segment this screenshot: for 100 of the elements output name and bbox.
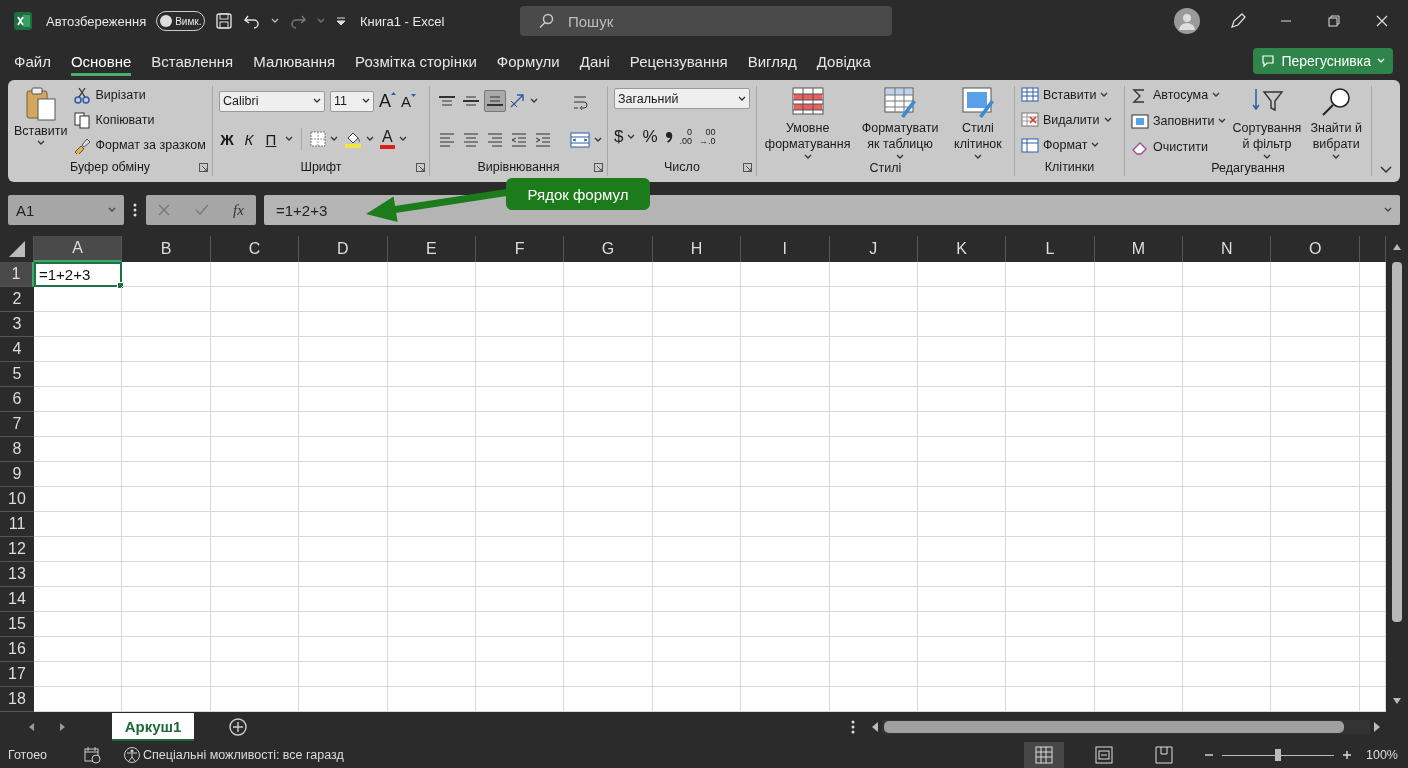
table-cell[interactable] (1006, 262, 1095, 287)
table-cell[interactable] (34, 437, 123, 462)
menu-tab[interactable]: Формули (496, 46, 560, 76)
launcher-icon[interactable] (743, 162, 752, 172)
column-header[interactable] (1359, 236, 1386, 262)
accessibility-icon[interactable] (123, 746, 142, 764)
table-cell[interactable] (564, 337, 653, 362)
format-as-table-button[interactable]: Форматувати як таблицю (858, 82, 942, 160)
more-icon[interactable] (850, 719, 856, 735)
table-cell[interactable] (1183, 412, 1272, 437)
name-box[interactable]: A1 (8, 195, 124, 225)
table-cell[interactable] (1183, 612, 1272, 637)
table-cell[interactable] (829, 612, 918, 637)
table-cell[interactable] (475, 462, 565, 487)
table-cell[interactable] (917, 587, 1007, 612)
column-header[interactable]: F (475, 236, 565, 262)
table-cell[interactable] (1094, 487, 1184, 512)
table-cell[interactable] (34, 337, 123, 362)
table-cell[interactable] (1271, 612, 1360, 637)
table-cell[interactable] (917, 362, 1007, 387)
row-header[interactable]: 7 (0, 412, 34, 437)
table-cell[interactable] (34, 362, 123, 387)
table-cell[interactable] (917, 262, 1007, 287)
table-cell[interactable] (475, 637, 565, 662)
row-header[interactable]: 2 (0, 287, 34, 312)
table-cell[interactable] (387, 437, 476, 462)
table-cell[interactable] (34, 312, 123, 337)
table-cell[interactable] (652, 462, 742, 487)
table-cell[interactable] (1006, 412, 1095, 437)
table-cell[interactable] (122, 462, 211, 487)
table-cell[interactable] (829, 562, 918, 587)
column-header[interactable]: J (829, 236, 918, 262)
table-cell[interactable] (299, 337, 388, 362)
table-cell[interactable] (475, 587, 565, 612)
table-cell[interactable] (829, 437, 918, 462)
table-cell[interactable] (299, 612, 388, 637)
table-cell[interactable] (122, 512, 211, 537)
table-cell[interactable] (1094, 537, 1184, 562)
table-cell[interactable] (122, 337, 211, 362)
table-cell[interactable] (34, 512, 123, 537)
underline-button[interactable]: П (263, 130, 279, 148)
row-header[interactable]: 11 (0, 512, 34, 537)
table-cell[interactable] (34, 462, 123, 487)
table-cell[interactable] (741, 662, 830, 687)
zoom-in-icon[interactable] (1342, 750, 1352, 760)
table-cell[interactable] (34, 662, 123, 687)
table-cell[interactable] (652, 587, 742, 612)
table-cell[interactable] (652, 387, 742, 412)
shrink-font-button[interactable]: A (401, 92, 417, 110)
insert-function-button[interactable]: fx (232, 201, 244, 219)
row-header[interactable]: 18 (0, 687, 34, 712)
table-cell[interactable] (299, 362, 388, 387)
table-cell[interactable] (1183, 362, 1272, 387)
find-select-button[interactable]: Знайти й вибрати (1307, 82, 1365, 160)
table-cell[interactable] (34, 537, 123, 562)
table-cell[interactable] (387, 412, 476, 437)
table-cell[interactable] (652, 487, 742, 512)
table-cell[interactable] (299, 312, 388, 337)
table-cell[interactable] (741, 537, 830, 562)
launcher-icon[interactable] (594, 162, 603, 172)
table-cell[interactable] (210, 637, 300, 662)
table-cell[interactable] (299, 587, 388, 612)
table-cell[interactable] (1006, 562, 1095, 587)
table-cell[interactable] (1183, 637, 1272, 662)
sort-filter-button[interactable]: Сортування й фільтр (1232, 82, 1302, 160)
table-cell[interactable] (741, 387, 830, 412)
table-cell[interactable] (387, 362, 476, 387)
table-cell[interactable] (1183, 562, 1272, 587)
clear-button[interactable]: Очистити (1131, 138, 1227, 156)
table-cell[interactable]: =1+2+3 (34, 262, 123, 287)
table-cell[interactable] (1094, 362, 1184, 387)
table-cell[interactable] (917, 412, 1007, 437)
table-cell[interactable] (1271, 437, 1360, 462)
save-icon[interactable] (215, 12, 234, 30)
table-cell[interactable] (387, 537, 476, 562)
column-header[interactable]: D (299, 236, 388, 262)
table-cell[interactable] (1094, 262, 1184, 287)
column-header[interactable]: M (1094, 236, 1184, 262)
percent-button[interactable]: % (642, 126, 658, 147)
table-cell[interactable] (917, 537, 1007, 562)
table-cell[interactable] (210, 487, 300, 512)
table-cell[interactable] (652, 412, 742, 437)
column-header[interactable]: N (1183, 236, 1272, 262)
table-cell[interactable] (387, 312, 476, 337)
table-cell[interactable] (1271, 312, 1360, 337)
table-cell[interactable] (210, 312, 300, 337)
table-cell[interactable] (1271, 587, 1360, 612)
table-cell[interactable] (741, 462, 830, 487)
table-cell[interactable] (475, 362, 565, 387)
table-cell[interactable] (1006, 312, 1095, 337)
row-header[interactable]: 13 (0, 562, 34, 587)
table-cell[interactable] (652, 362, 742, 387)
table-cell[interactable] (387, 337, 476, 362)
table-cell[interactable] (34, 562, 123, 587)
table-cell[interactable] (917, 337, 1007, 362)
table-cell[interactable] (299, 562, 388, 587)
table-cell[interactable] (122, 562, 211, 587)
row-header[interactable]: 16 (0, 637, 34, 662)
table-cell[interactable] (1183, 437, 1272, 462)
table-cell[interactable] (917, 487, 1007, 512)
